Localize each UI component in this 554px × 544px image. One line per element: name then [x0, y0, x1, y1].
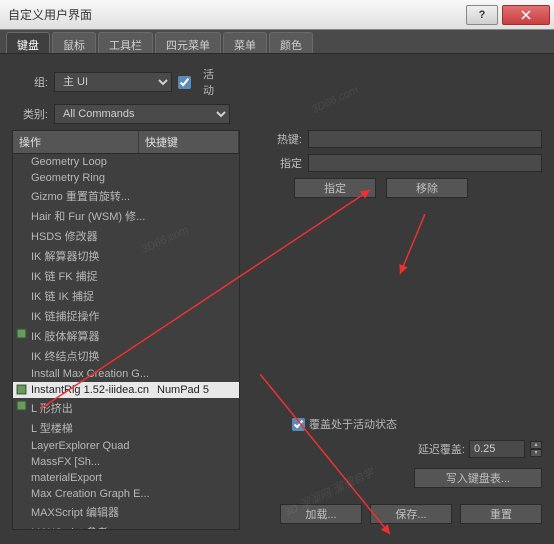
list-item[interactable]: IK 肢体解算器	[13, 326, 239, 346]
delay-spinner[interactable]: ▴▾	[530, 441, 542, 457]
action-list[interactable]: Geometry Loop Geometry Ring Gizmo 重置首旋转...…	[12, 154, 240, 530]
item-name: IK 终结点切换	[31, 348, 157, 364]
list-item[interactable]: MassFX [Sh...	[13, 454, 239, 470]
window-title: 自定义用户界面	[8, 6, 466, 23]
list-item[interactable]: HSDS 修改器	[13, 226, 239, 246]
list-item[interactable]: L 形挤出	[13, 398, 239, 418]
item-name: IK 肢体解算器	[31, 328, 157, 344]
item-name: Gizmo 重置首旋转...	[31, 188, 157, 204]
item-name: Max Creation Graph E...	[31, 488, 157, 500]
list-item[interactable]: InstantRig 1.52-iiidea.cnNumPad 5	[13, 382, 239, 398]
write-keyboard-button[interactable]: 写入键盘表...	[414, 468, 542, 488]
item-name: MAXScript 编辑器	[31, 504, 157, 520]
list-item[interactable]: IK 链 IK 捕捉	[13, 286, 239, 306]
item-name: HSDS 修改器	[31, 228, 157, 244]
list-item[interactable]: LayerExplorer Quad	[13, 438, 239, 454]
item-name: LayerExplorer Quad	[31, 440, 157, 452]
list-header: 操作 快捷键	[12, 130, 240, 154]
item-name: materialExport	[31, 472, 157, 484]
titlebar: 自定义用户界面 ?	[0, 0, 554, 30]
tab-menu[interactable]: 菜单	[223, 32, 267, 53]
assigned-input[interactable]	[308, 154, 542, 172]
close-button[interactable]	[502, 5, 550, 25]
category-label: 类别:	[12, 106, 48, 122]
tab-toolbar[interactable]: 工具栏	[98, 32, 153, 53]
remove-button[interactable]: 移除	[386, 178, 468, 198]
save-button[interactable]: 保存...	[370, 504, 452, 524]
tab-quad[interactable]: 四元菜单	[155, 32, 221, 53]
list-item[interactable]: L 型楼梯	[13, 418, 239, 438]
list-item[interactable]: materialExport	[13, 470, 239, 486]
item-name: IK 链 IK 捕捉	[31, 288, 157, 304]
action-list-panel: 操作 快捷键 Geometry Loop Geometry Ring Gizmo 重…	[12, 130, 240, 530]
list-item[interactable]: IK 链捕捉操作	[13, 306, 239, 326]
tabs: 键盘 鼠标 工具栏 四元菜单 菜单 颜色	[0, 30, 554, 54]
item-name: Geometry Ring	[31, 172, 157, 184]
category-select[interactable]: All Commands	[54, 104, 230, 124]
item-name: InstantRig 1.52-iiidea.cn	[31, 384, 157, 396]
hand-icon	[16, 328, 27, 339]
help-button[interactable]: ?	[466, 5, 498, 25]
rig-icon	[16, 384, 27, 395]
list-item[interactable]: IK 链 FK 捕捉	[13, 266, 239, 286]
item-name: Geometry Loop	[31, 156, 157, 168]
item-name: L 型楼梯	[31, 420, 157, 436]
item-name: MAXScript 参考	[31, 524, 157, 530]
item-name: IK 链 FK 捕捉	[31, 268, 157, 284]
tab-keyboard[interactable]: 键盘	[6, 32, 50, 53]
list-item[interactable]: MAXScript 参考	[13, 522, 239, 530]
load-button[interactable]: 加载...	[280, 504, 362, 524]
list-item[interactable]: Hair 和 Fur (WSM) 修...	[13, 206, 239, 226]
item-shortcut: NumPad 5	[157, 384, 209, 396]
item-name: L 形挤出	[31, 400, 157, 416]
list-item[interactable]: IK 解算器切换	[13, 246, 239, 266]
hotkey-input[interactable]	[308, 130, 542, 148]
item-name: IK 解算器切换	[31, 248, 157, 264]
bottom-buttons: 加载... 保存... 重置	[280, 504, 542, 524]
list-item[interactable]: IK 终结点切换	[13, 346, 239, 366]
item-name: Install Max Creation G...	[31, 368, 157, 380]
reset-button[interactable]: 重置	[460, 504, 542, 524]
list-item[interactable]: Install Max Creation G...	[13, 366, 239, 382]
item-name: Hair 和 Fur (WSM) 修...	[31, 208, 157, 224]
tab-color[interactable]: 颜色	[269, 32, 313, 53]
override-panel: 覆盖处于活动状态 延迟覆盖: 0.25 ▴▾ 写入键盘表...	[292, 416, 542, 488]
tab-mouse[interactable]: 鼠标	[52, 32, 96, 53]
col-shortcut[interactable]: 快捷键	[139, 131, 239, 153]
delay-label: 延迟覆盖:	[418, 441, 465, 457]
hotkey-label: 热键:	[252, 131, 302, 147]
item-name: MassFX [Sh...	[31, 456, 157, 468]
assigned-label: 指定	[252, 155, 302, 171]
l-icon	[16, 400, 27, 411]
content: 组: 主 UI 活动 类别: All Commands 操作 快捷键 Geome…	[0, 54, 554, 542]
group-select[interactable]: 主 UI	[54, 72, 172, 92]
delay-input[interactable]: 0.25	[469, 440, 525, 458]
col-action[interactable]: 操作	[13, 131, 139, 153]
list-item[interactable]: Geometry Ring	[13, 170, 239, 186]
group-label: 组:	[12, 74, 48, 90]
assign-button[interactable]: 指定	[294, 178, 376, 198]
active-checkbox[interactable]: 活动	[178, 66, 214, 98]
override-checkbox[interactable]: 覆盖处于活动状态	[292, 416, 542, 432]
list-item[interactable]: Max Creation Graph E...	[13, 486, 239, 502]
list-item[interactable]: Geometry Loop	[13, 154, 239, 170]
list-item[interactable]: Gizmo 重置首旋转...	[13, 186, 239, 206]
list-item[interactable]: MAXScript 编辑器	[13, 502, 239, 522]
item-name: IK 链捕捉操作	[31, 308, 157, 324]
